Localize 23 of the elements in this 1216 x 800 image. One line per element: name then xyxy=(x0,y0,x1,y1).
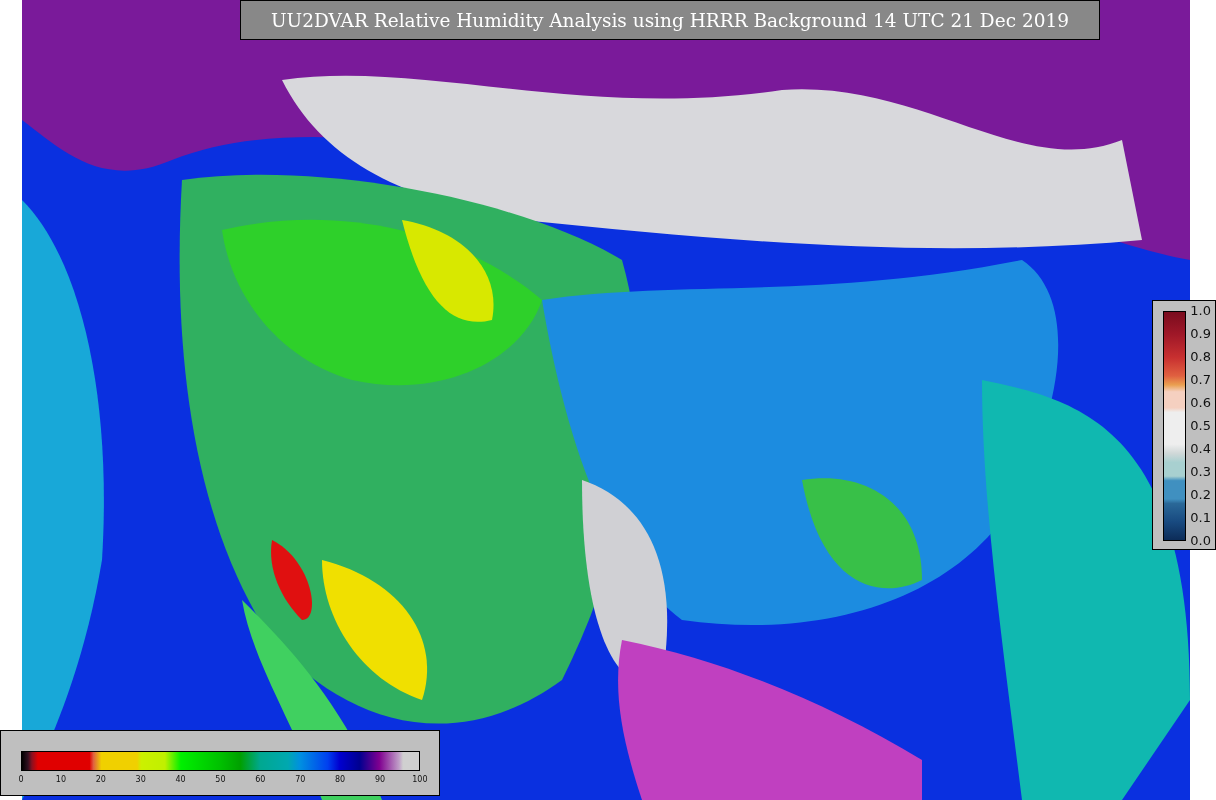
tick-label: 0.7 xyxy=(1190,372,1211,388)
tick-label: 0.9 xyxy=(1190,326,1211,342)
chart-title: UU2DVAR Relative Humidity Analysis using HRRR Background 14 UTC 21 Dec 2019 xyxy=(240,0,1100,40)
tick-label: 0.1 xyxy=(1190,510,1211,526)
tick-label: 70 xyxy=(294,775,307,784)
tick-label: 20 xyxy=(94,775,107,784)
tick-label: 0 xyxy=(17,775,25,784)
tick-label: 0.0 xyxy=(1190,533,1211,549)
tick-label: 50 xyxy=(214,775,227,784)
tick-label: 0.5 xyxy=(1190,418,1211,434)
tick-label: 100 xyxy=(411,775,428,784)
tick-label: 90 xyxy=(373,775,387,784)
tick-label: 0.8 xyxy=(1190,349,1211,365)
tick-label: 0.4 xyxy=(1190,441,1211,457)
tick-label: 0.2 xyxy=(1190,487,1211,503)
tick-label: 60 xyxy=(254,775,267,784)
tick-label: 30 xyxy=(134,775,147,784)
tick-label: 0.3 xyxy=(1190,464,1211,480)
tick-label: 0.6 xyxy=(1190,395,1211,411)
tick-label: 80 xyxy=(334,775,347,784)
tick-label: 40 xyxy=(174,775,187,784)
tick-label: 1.0 xyxy=(1190,303,1211,319)
tick-label: 10 xyxy=(54,775,67,784)
